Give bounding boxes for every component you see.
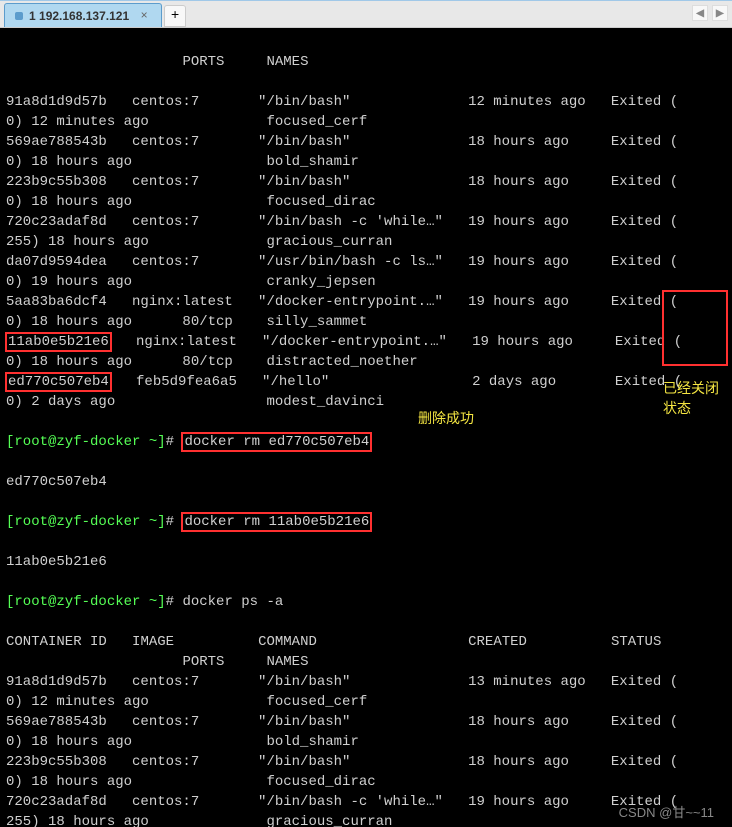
prompt-line: [root@zyf-docker ~]# docker ps -a bbox=[6, 592, 726, 612]
tab-bar: 1 192.168.137.121 × + ◀ ▶ bbox=[0, 0, 732, 28]
command-2: docker rm 11ab0e5b21e6 bbox=[181, 512, 372, 532]
annotation-closed-state: 已经关闭状态 bbox=[663, 378, 727, 418]
tab-nav-left-icon[interactable]: ◀ bbox=[692, 5, 708, 21]
container-row: ed770c507eb4 feb5d9fea6a5 "/hello" 2 day… bbox=[6, 372, 726, 392]
header-row-2: CONTAINER ID IMAGE COMMAND CREATED STATU… bbox=[6, 632, 726, 652]
status-highlight-box bbox=[662, 290, 728, 366]
container-row: 91a8d1d9d57b centos:7 "/bin/bash" 12 min… bbox=[6, 92, 726, 112]
tab-nav-right-icon[interactable]: ▶ bbox=[712, 5, 728, 21]
container-row-cont: 0) 19 hours ago cranky_jepsen bbox=[6, 272, 726, 292]
container-row: 720c23adaf8d centos:7 "/bin/bash -c 'whi… bbox=[6, 212, 726, 232]
container-row-cont: 0) 18 hours ago 80/tcp distracted_noethe… bbox=[6, 352, 726, 372]
container-row-cont: 0) 18 hours ago focused_dirac bbox=[6, 772, 726, 792]
session-tab[interactable]: 1 192.168.137.121 × bbox=[4, 3, 162, 27]
header-row: PORTS NAMES bbox=[6, 52, 726, 72]
plus-icon: + bbox=[171, 8, 179, 24]
container-row-cont: 0) 18 hours ago 80/tcp silly_sammet bbox=[6, 312, 726, 332]
container-row: 91a8d1d9d57b centos:7 "/bin/bash" 13 min… bbox=[6, 672, 726, 692]
container-row-cont: 0) 18 hours ago bold_shamir bbox=[6, 732, 726, 752]
container-row-cont: 0) 18 hours ago bold_shamir bbox=[6, 152, 726, 172]
container-row-cont: 0) 12 minutes ago focused_cerf bbox=[6, 692, 726, 712]
container-row: 223b9c55b308 centos:7 "/bin/bash" 18 hou… bbox=[6, 172, 726, 192]
command-3: docker ps -a bbox=[182, 594, 283, 610]
tab-index: 1 bbox=[29, 9, 36, 23]
tab-close-icon[interactable]: × bbox=[137, 9, 151, 23]
container-row: 223b9c55b308 centos:7 "/bin/bash" 18 hou… bbox=[6, 752, 726, 772]
tab-title: 192.168.137.121 bbox=[39, 9, 129, 23]
container-row-cont: 255) 18 hours ago gracious_curran bbox=[6, 232, 726, 252]
tab-status-icon bbox=[15, 12, 23, 20]
prompt-line: [root@zyf-docker ~]# docker rm 11ab0e5b2… bbox=[6, 512, 726, 532]
command-1: docker rm ed770c507eb4 bbox=[181, 432, 372, 452]
output-line: 11ab0e5b21e6 bbox=[6, 552, 726, 572]
container-row-cont: 0) 2 days ago modest_davinci bbox=[6, 392, 726, 412]
container-row: 569ae788543b centos:7 "/bin/bash" 18 hou… bbox=[6, 132, 726, 152]
container-row: da07d9594dea centos:7 "/usr/bin/bash -c … bbox=[6, 252, 726, 272]
prompt-line: [root@zyf-docker ~]# docker rm ed770c507… bbox=[6, 432, 726, 452]
watermark: CSDN @甘~~11 bbox=[619, 803, 714, 823]
output-line: ed770c507eb4 bbox=[6, 472, 726, 492]
container-row: 569ae788543b centos:7 "/bin/bash" 18 hou… bbox=[6, 712, 726, 732]
container-row-cont: 0) 18 hours ago focused_dirac bbox=[6, 192, 726, 212]
container-row-cont: 0) 12 minutes ago focused_cerf bbox=[6, 112, 726, 132]
new-tab-button[interactable]: + bbox=[164, 5, 186, 27]
container-row: 5aa83ba6dcf4 nginx:latest "/docker-entry… bbox=[6, 292, 726, 312]
annotation-delete-success: 删除成功 bbox=[418, 408, 474, 428]
terminal[interactable]: PORTS NAMES 91a8d1d9d57b centos:7 "/bin/… bbox=[0, 28, 732, 827]
container-row: 11ab0e5b21e6 nginx:latest "/docker-entry… bbox=[6, 332, 726, 352]
